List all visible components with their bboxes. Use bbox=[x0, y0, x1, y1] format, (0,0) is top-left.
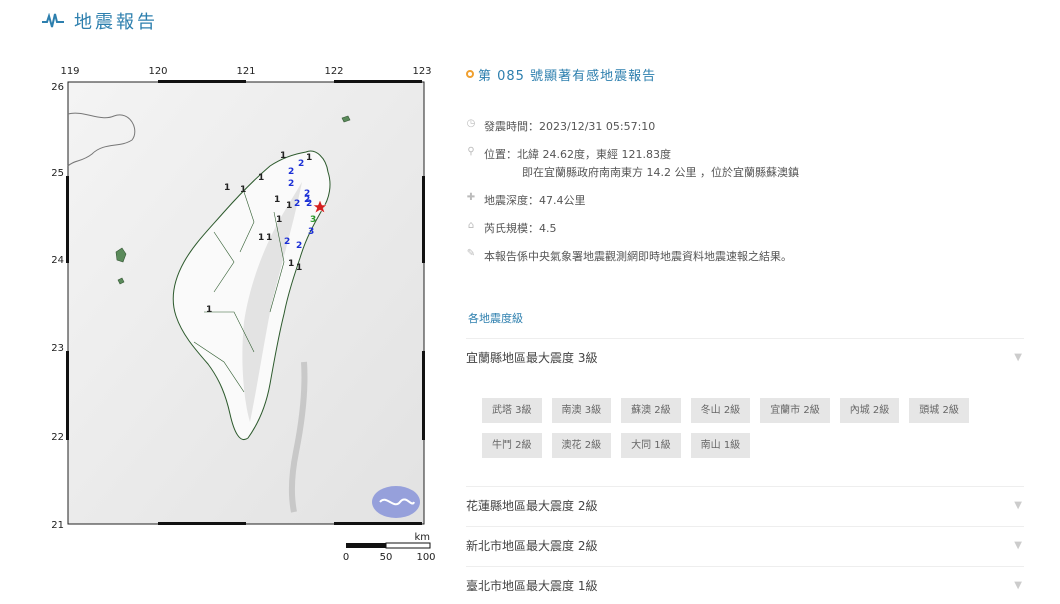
scale-label: 50 bbox=[380, 552, 393, 563]
intensity-label: 3 bbox=[310, 215, 316, 225]
intensity-label: 1 bbox=[258, 173, 264, 183]
intensity-label: 1 bbox=[286, 201, 292, 211]
region-new-taipei[interactable]: 新北市地區最大震度 2級 ▼ bbox=[466, 526, 1024, 564]
intensity-label: 2 bbox=[294, 199, 300, 209]
scale-bar: km 0 50 100 bbox=[343, 532, 436, 563]
info-time: ◷ 發震時間：2023/12/31 05:57:10 bbox=[466, 118, 656, 134]
station-tags: 武塔 3級 南澳 3級 蘇澳 2級 冬山 2級 宜蘭市 2級 內城 2級 頭城 … bbox=[482, 398, 1002, 458]
info-location-detail: 即在宜蘭縣政府南南東方 14.2 公里 ，位於宜蘭縣蘇澳鎮 bbox=[522, 166, 799, 179]
lat-tick: 25 bbox=[51, 168, 64, 179]
cwa-logo bbox=[372, 486, 420, 518]
depth-icon: ✚ bbox=[466, 192, 476, 203]
intensity-label: 1 bbox=[266, 233, 272, 243]
info-location: ⚲ 位置：北緯 24.62度，東經 121.83度 bbox=[466, 146, 671, 162]
intensity-label: 1 bbox=[206, 305, 212, 315]
page-title: 地震報告 bbox=[74, 12, 158, 33]
intensity-label: 2 bbox=[296, 241, 302, 251]
lon-tick: 123 bbox=[412, 66, 431, 77]
intensity-label: 1 bbox=[224, 183, 230, 193]
page-header: 地震報告 bbox=[42, 8, 158, 34]
lat-tick: 21 bbox=[51, 520, 64, 531]
station-tag: 牛鬥 2級 bbox=[482, 433, 542, 458]
lon-tick: 122 bbox=[324, 66, 343, 77]
intensity-label: 2 bbox=[288, 179, 294, 189]
intensity-label: 1 bbox=[274, 195, 280, 205]
lat-tick: 26 bbox=[51, 82, 64, 93]
scale-label: 0 bbox=[343, 552, 349, 563]
intensity-label: 2 bbox=[304, 195, 310, 205]
intensity-label: 2 bbox=[288, 167, 294, 177]
lat-tick: 22 bbox=[51, 432, 64, 443]
chevron-down-icon: ▼ bbox=[1014, 352, 1022, 363]
intensity-label: 1 bbox=[258, 233, 264, 243]
scale-unit: km bbox=[414, 532, 430, 543]
chevron-down-icon: ▼ bbox=[1014, 540, 1022, 551]
ring-icon bbox=[466, 70, 474, 78]
region-hualien[interactable]: 花蓮縣地區最大震度 2級 ▼ bbox=[466, 486, 1024, 524]
intensity-label: 2 bbox=[284, 237, 290, 247]
lat-tick: 23 bbox=[51, 343, 64, 354]
lon-tick: 119 bbox=[60, 66, 79, 77]
report-panel: 第 085 號顯著有感地震報告 ◷ 發震時間：2023/12/31 05:57:… bbox=[466, 62, 1024, 593]
note-icon: ✎ bbox=[466, 248, 476, 259]
intensity-label: 2 bbox=[298, 159, 304, 169]
lat-tick-labels: 26 25 24 23 22 21 bbox=[51, 82, 64, 531]
clock-icon: ◷ bbox=[466, 118, 476, 129]
intensity-label: 3 bbox=[308, 227, 314, 237]
station-tag: 南山 1級 bbox=[690, 433, 751, 458]
report-title-row: 第 085 號顯著有感地震報告 bbox=[466, 62, 1024, 86]
intensity-label: 1 bbox=[306, 153, 312, 163]
info-time-text: 發震時間：2023/12/31 05:57:10 bbox=[484, 120, 656, 133]
lon-tick: 120 bbox=[148, 66, 167, 77]
section-label: 各地震度級 bbox=[468, 312, 523, 325]
intensity-label: 1 bbox=[276, 215, 282, 225]
intensity-label: 1 bbox=[280, 151, 286, 161]
info-note: ✎ 本報告係中央氣象署地震觀測網即時地震資料地震速報之結果。 bbox=[466, 248, 792, 264]
info-magnitude: ⌂ 芮氏規模：4.5 bbox=[466, 220, 557, 236]
lat-tick: 24 bbox=[51, 255, 64, 266]
scale-label: 100 bbox=[416, 552, 435, 563]
station-tag: 宜蘭市 2級 bbox=[760, 398, 830, 423]
intensity-label: 1 bbox=[296, 263, 302, 273]
info-magnitude-text: 芮氏規模：4.5 bbox=[484, 222, 557, 235]
region-name: 新北市地區最大震度 2級 bbox=[466, 539, 598, 553]
station-tag: 大同 1級 bbox=[621, 433, 681, 458]
station-tag: 頭城 2級 bbox=[909, 398, 969, 423]
chevron-down-icon: ▼ bbox=[1014, 500, 1022, 511]
pulse-icon bbox=[42, 13, 64, 28]
lon-tick-labels: 119 120 121 122 123 bbox=[60, 66, 431, 77]
intensity-label: 1 bbox=[288, 259, 294, 269]
region-name: 臺北市地區最大震度 1級 bbox=[466, 579, 598, 593]
lon-tick: 121 bbox=[236, 66, 255, 77]
station-tag: 南澳 3級 bbox=[551, 398, 612, 423]
info-location-text: 位置：北緯 24.62度，東經 121.83度 bbox=[484, 148, 671, 161]
magnitude-icon: ⌂ bbox=[467, 220, 475, 231]
earthquake-map: 119 120 121 122 123 26 25 24 23 22 21 1 … bbox=[44, 62, 444, 572]
region-yilan[interactable]: 宜蘭縣地區最大震度 3級 ▼ bbox=[466, 338, 1024, 376]
info-depth-text: 地震深度：47.4公里 bbox=[484, 194, 586, 207]
station-tag: 澳花 2級 bbox=[551, 433, 612, 458]
station-tag: 蘇澳 2級 bbox=[621, 398, 681, 423]
info-note-text: 本報告係中央氣象署地震觀測網即時地震資料地震速報之結果。 bbox=[484, 250, 792, 263]
station-tag: 內城 2級 bbox=[839, 398, 900, 423]
intensity-label: 1 bbox=[240, 185, 246, 195]
region-name: 宜蘭縣地區最大震度 3級 bbox=[466, 351, 598, 365]
report-title: 第 085 號顯著有感地震報告 bbox=[478, 68, 657, 84]
region-taipei[interactable]: 臺北市地區最大震度 1級 ▼ bbox=[466, 566, 1024, 604]
station-tag: 冬山 2級 bbox=[690, 398, 751, 423]
pin-icon: ⚲ bbox=[467, 146, 475, 157]
chevron-down-icon: ▼ bbox=[1014, 580, 1022, 591]
info-depth: ✚ 地震深度：47.4公里 bbox=[466, 192, 586, 208]
station-tag: 武塔 3級 bbox=[482, 398, 542, 423]
region-name: 花蓮縣地區最大震度 2級 bbox=[466, 499, 598, 513]
